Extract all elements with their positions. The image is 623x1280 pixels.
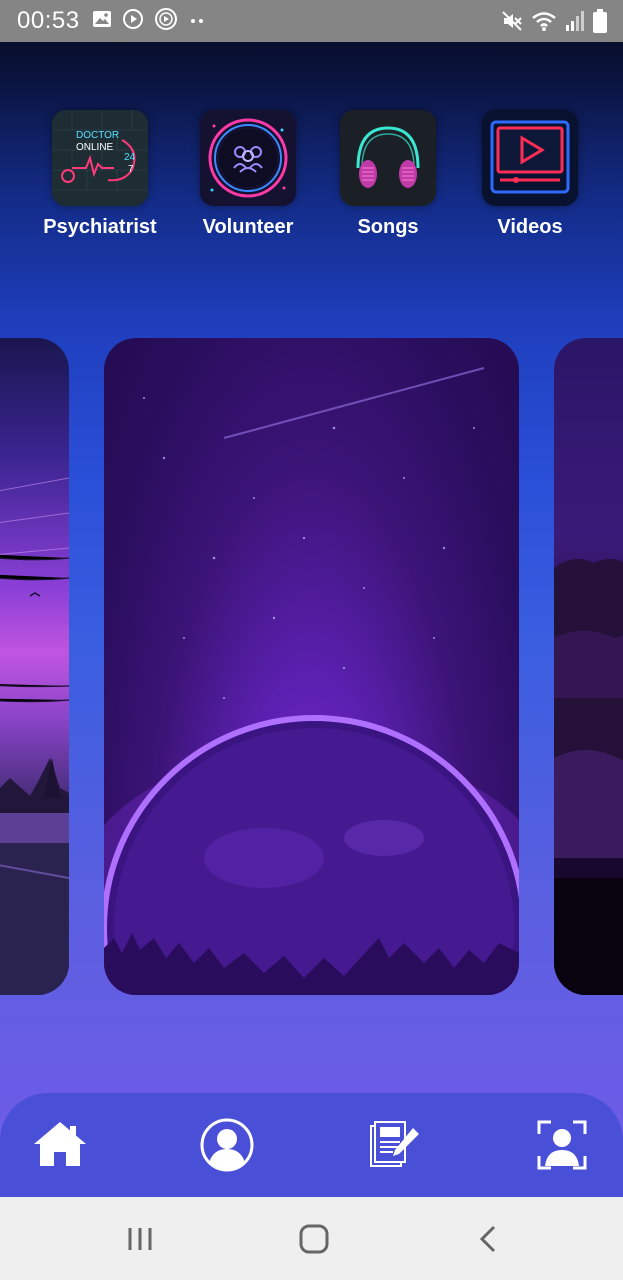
svg-text:7: 7 [128, 164, 134, 175]
more-dots-icon [188, 12, 206, 30]
home-button[interactable] [294, 1219, 334, 1259]
play-circle-icon [122, 8, 144, 35]
app-volunteer[interactable]: Volunteer [188, 110, 308, 239]
app-videos[interactable]: Videos [470, 110, 590, 239]
app-screen: 00:53 DOCTOR ONLINE 24 7 Psychiatrist Vo… [0, 0, 623, 1280]
headphones-icon [340, 110, 436, 206]
svg-text:24: 24 [124, 152, 136, 163]
status-time: 00:53 [17, 7, 80, 34]
bottom-nav [0, 1093, 623, 1197]
home-icon[interactable] [30, 1115, 90, 1175]
profile-icon[interactable] [197, 1115, 257, 1175]
status-bar: 00:53 [0, 0, 623, 42]
battery-icon [593, 9, 607, 38]
system-nav-bar [0, 1197, 623, 1280]
app-label-videos: Videos [497, 216, 563, 238]
app-psychiatrist[interactable]: DOCTOR ONLINE 24 7 Psychiatrist [40, 110, 160, 239]
back-button[interactable] [468, 1219, 508, 1259]
doctor-online-icon: DOCTOR ONLINE 24 7 [52, 110, 148, 206]
svg-text:DOCTOR: DOCTOR [76, 130, 119, 141]
volunteer-group-icon [200, 110, 296, 206]
wifi-icon [531, 10, 557, 37]
app-label-psychiatrist: Psychiatrist [43, 216, 157, 238]
app-label-volunteer: Volunteer [202, 216, 294, 238]
signal-icon [565, 10, 585, 37]
image-icon [92, 10, 112, 33]
app-songs[interactable]: Songs [328, 110, 448, 239]
mute-icon [501, 10, 523, 37]
app-label-songs: Songs [357, 216, 419, 238]
video-play-icon [482, 110, 578, 206]
face-scan-icon[interactable] [532, 1115, 592, 1175]
media-icon [154, 7, 178, 36]
svg-text:ONLINE: ONLINE [76, 142, 114, 153]
app-shortcuts: DOCTOR ONLINE 24 7 Psychiatrist Voluntee… [0, 110, 623, 250]
recents-button[interactable] [120, 1219, 160, 1259]
sunset-landscape-card[interactable] [0, 338, 69, 995]
notes-edit-icon[interactable] [363, 1115, 423, 1175]
purple-clouds-card[interactable] [554, 338, 623, 995]
purple-planet-card[interactable] [104, 338, 519, 995]
